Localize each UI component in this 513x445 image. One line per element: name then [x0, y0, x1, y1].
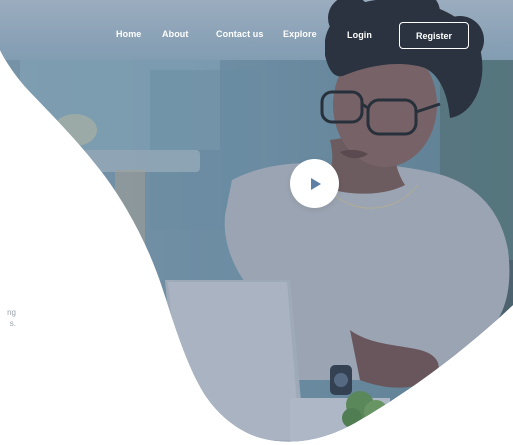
nav-link-contact[interactable]: Contact us: [216, 29, 264, 39]
nav-link-home[interactable]: Home: [116, 29, 141, 39]
play-video-button[interactable]: [290, 159, 339, 208]
nav-link-about[interactable]: About: [162, 29, 189, 39]
hero-description-line: s.: [9, 319, 16, 328]
play-icon: [310, 177, 321, 190]
hero-section: Home About Contact us Explore Login Regi…: [0, 0, 513, 445]
hero-description-line: ng: [7, 308, 16, 317]
nav-link-login[interactable]: Login: [347, 30, 372, 40]
register-button[interactable]: Register: [399, 22, 469, 49]
nav-link-explore[interactable]: Explore: [283, 29, 317, 39]
top-nav: Home About Contact us Explore Login Regi…: [0, 0, 513, 70]
hero-description: ng s.: [0, 307, 16, 329]
